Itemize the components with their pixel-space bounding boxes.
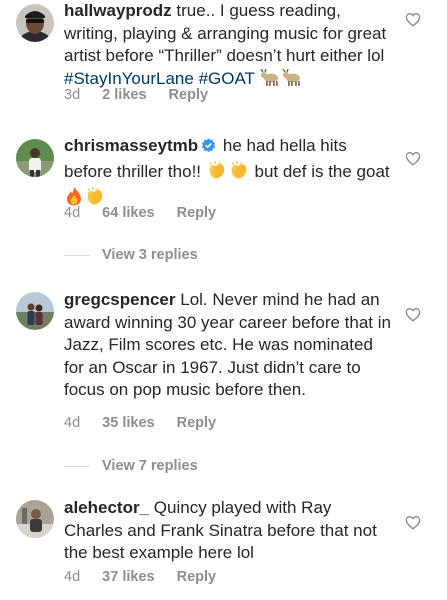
comment-text: but def is the goat: [254, 161, 390, 181]
reply-button[interactable]: Reply: [169, 87, 209, 103]
hashtag-link[interactable]: #GOAT: [199, 69, 255, 88]
hashtag-link[interactable]: #StayInYourLane: [64, 69, 194, 88]
comment-time: 4d: [64, 415, 81, 431]
clapping-hands-emoji: [229, 160, 249, 187]
clapping-hands-emoji: [207, 160, 227, 187]
view-replies-button[interactable]: View 7 replies: [64, 458, 198, 478]
verified-badge-icon: [201, 137, 216, 160]
comment-username[interactable]: hallwayprodz: [64, 1, 172, 20]
comment-likes[interactable]: 35 likes: [102, 415, 154, 431]
comment-likes[interactable]: 2 likes: [102, 87, 146, 103]
view-replies-label: View 7 replies: [102, 458, 198, 474]
comment-likes[interactable]: 64 likes: [102, 205, 154, 221]
comment-body: gregcspencer Lol. Never mind he had an a…: [64, 289, 392, 402]
comment-meta: 4d 64 likes Reply: [64, 205, 234, 221]
view-replies-label: View 3 replies: [102, 247, 198, 263]
heart-icon[interactable]: [405, 151, 421, 166]
comment-username[interactable]: gregcspencer: [64, 290, 176, 309]
heart-icon[interactable]: [405, 12, 421, 27]
heart-icon[interactable]: [405, 307, 421, 322]
goat-emoji: [282, 68, 302, 94]
divider-line: [64, 254, 90, 256]
comment-body: hallwayprodz true.. I guess reading, wri…: [64, 0, 392, 93]
reply-button[interactable]: Reply: [177, 415, 217, 431]
avatar[interactable]: [16, 292, 54, 330]
comment-meta: 3d 2 likes Reply: [64, 87, 226, 103]
comment-likes[interactable]: 37 likes: [102, 569, 154, 585]
reply-button[interactable]: Reply: [177, 569, 217, 585]
heart-icon[interactable]: [405, 515, 421, 530]
comment-body: alehector_ Quincy played with Ray Charle…: [64, 497, 392, 565]
comment-username[interactable]: chrismasseytmb: [64, 136, 198, 155]
divider-line: [64, 465, 90, 467]
comment-time: 4d: [64, 205, 81, 221]
comment-time: 3d: [64, 87, 81, 103]
avatar[interactable]: [16, 500, 54, 538]
view-replies-button[interactable]: View 3 replies: [64, 247, 198, 267]
comment-meta: 4d 35 likes Reply: [64, 415, 234, 431]
avatar[interactable]: [16, 139, 54, 177]
avatar[interactable]: [16, 4, 54, 42]
comment-meta: 4d 37 likes Reply: [64, 569, 234, 585]
comment-body: chrismasseytmb he had hella hits before …: [64, 135, 392, 213]
reply-button[interactable]: Reply: [177, 205, 217, 221]
comment-time: 4d: [64, 569, 81, 585]
goat-emoji: [260, 68, 280, 94]
comment-username[interactable]: alehector_: [64, 498, 149, 517]
